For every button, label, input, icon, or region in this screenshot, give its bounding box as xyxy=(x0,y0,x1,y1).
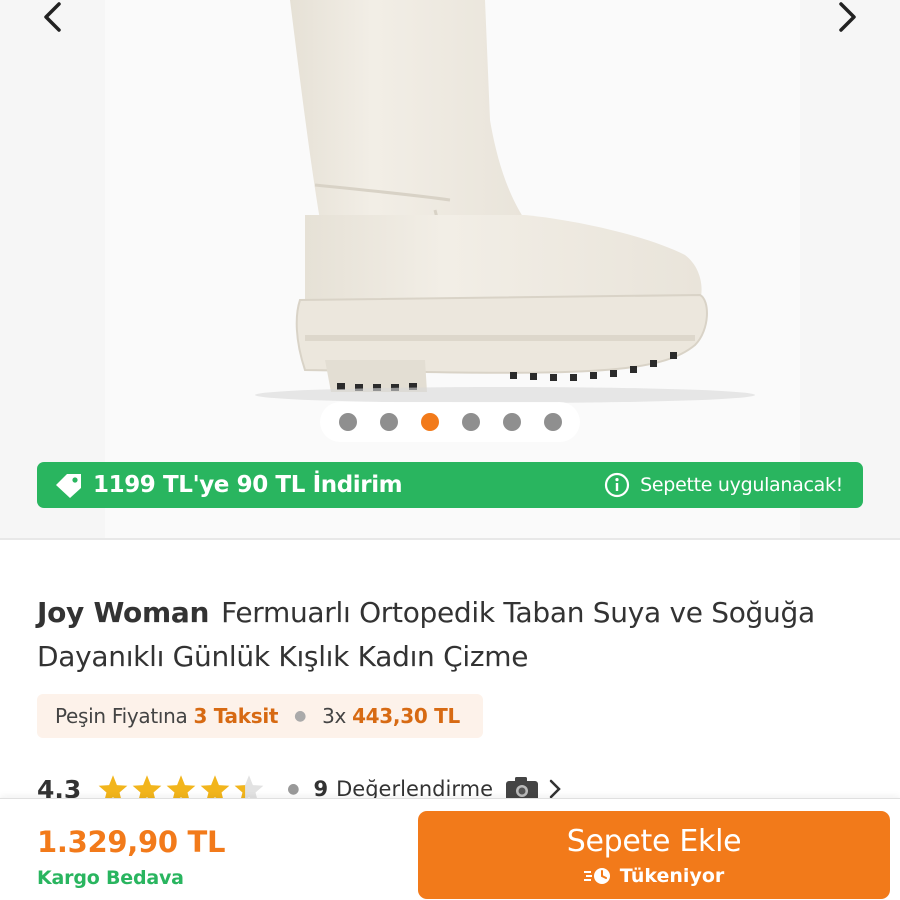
installment-amount: 443,30 TL xyxy=(352,704,460,728)
add-to-cart-label: Sepete Ekle xyxy=(566,823,742,859)
gallery-pagination xyxy=(320,402,580,442)
stock-status: Tükeniyor xyxy=(583,864,725,887)
separator-dot: ● xyxy=(287,781,300,797)
gallery-dot[interactable] xyxy=(379,413,398,431)
installment-label: Peşin Fiyatına xyxy=(55,704,188,728)
discount-info-text: Sepette uygulanacak! xyxy=(640,474,843,496)
product-gallery[interactable]: 1199 TL'ye 90 TL İndirim Sepette uygulan… xyxy=(0,0,900,540)
gallery-prev-button[interactable] xyxy=(32,0,72,34)
product-price: 1.329,90 TL xyxy=(37,825,226,859)
discount-text: 1199 TL'ye 90 TL İndirim xyxy=(93,472,403,498)
product-brand[interactable]: Joy Woman xyxy=(37,596,209,629)
info-icon xyxy=(605,472,630,498)
section-divider xyxy=(0,538,900,540)
installment-multiplier: 3x xyxy=(322,704,347,728)
chevron-right-icon xyxy=(549,779,561,799)
product-photo-boot xyxy=(255,0,755,403)
price-tag-icon xyxy=(56,474,81,498)
product-title: Joy Woman Fermuarlı Ortopedik Taban Suya … xyxy=(37,591,867,679)
gallery-dot[interactable] xyxy=(338,413,357,431)
gallery-dot[interactable] xyxy=(461,413,480,431)
discount-banner[interactable]: 1199 TL'ye 90 TL İndirim Sepette uygulan… xyxy=(37,462,863,508)
installment-info[interactable]: Peşin Fiyatına 3 Taksit ● 3x 443,30 TL xyxy=(37,694,483,738)
gallery-dot[interactable] xyxy=(502,413,521,431)
installment-highlight: 3 Taksit xyxy=(193,704,279,728)
discount-info: Sepette uygulanacak! xyxy=(604,472,843,498)
add-to-cart-button[interactable]: Sepete Ekle Tükeniyor xyxy=(418,811,890,899)
gallery-dot-active[interactable] xyxy=(420,413,439,431)
separator-dot: ● xyxy=(294,708,307,724)
chevron-left-icon xyxy=(44,2,61,32)
stock-status-text: Tükeniyor xyxy=(619,864,725,887)
free-shipping-label: Kargo Bedava xyxy=(37,867,184,889)
bottom-action-bar: 1.329,90 TL Kargo Bedava Sepete Ekle Tük… xyxy=(0,798,900,900)
fast-clock-icon xyxy=(583,867,610,884)
gallery-dot[interactable] xyxy=(543,413,562,431)
gallery-next-button[interactable] xyxy=(828,0,868,34)
chevron-right-icon xyxy=(839,2,856,32)
